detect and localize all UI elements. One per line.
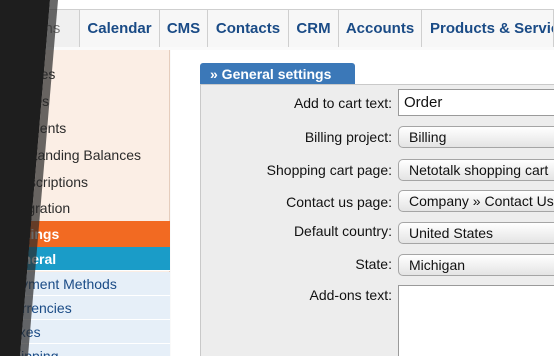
default-country-select[interactable]: United States (398, 222, 554, 244)
sidebar-subitem-shipping[interactable]: Shipping (0, 344, 170, 356)
tab-products-services[interactable]: Products & Services (422, 9, 554, 47)
sidebar-item-quotes[interactable]: Quotes (0, 88, 170, 114)
tab-calendar[interactable]: Calendar (80, 9, 160, 47)
sidebar-item-outstanding-balances[interactable]: Outstanding Balances (0, 142, 170, 168)
top-nav: Options Calendar CMS Contacts CRM Accoun… (0, 0, 554, 47)
sidebar-subitem-payment-methods[interactable]: Payment Methods (0, 272, 170, 296)
tab-crm[interactable]: CRM (289, 9, 339, 47)
tab-contacts[interactable]: Contacts (208, 9, 289, 47)
sidebar: Invoices Quotes Payments Outstanding Bal… (0, 50, 170, 356)
tab-accounts[interactable]: Accounts (339, 9, 422, 47)
billing-project-label: Billing project: (304, 129, 392, 145)
panel-title: » General settings (200, 63, 355, 85)
billing-project-select[interactable]: Billing (398, 126, 554, 148)
tab-cms[interactable]: CMS (160, 9, 208, 47)
shopping-cart-page-select[interactable]: Netotalk shopping cart (398, 159, 554, 181)
shopping-cart-page-label: Shopping cart page: (266, 162, 392, 178)
add-to-cart-input[interactable] (398, 89, 554, 116)
addons-text-label: Add-ons text: (309, 287, 393, 303)
addons-text-textarea[interactable] (398, 285, 554, 356)
contact-us-page-label: Contact us page: (286, 194, 392, 210)
sidebar-item-invoices[interactable]: Invoices (0, 61, 170, 87)
sidebar-subitem-currencies[interactable]: Currencies (0, 296, 170, 320)
sidebar-item-subscriptions[interactable]: Subscriptions (0, 169, 170, 195)
contact-us-page-select[interactable]: Company » Contact Us (398, 190, 554, 212)
sidebar-subitem-general[interactable]: General (0, 247, 170, 271)
sidebar-item-settings[interactable]: Settings (0, 221, 170, 247)
sidebar-item-payments[interactable]: Payments (0, 115, 170, 141)
default-country-label: Default country: (293, 223, 392, 239)
sidebar-item-integration[interactable]: Integration (0, 195, 170, 221)
state-label: State: (355, 256, 392, 272)
state-select[interactable]: Michigan (398, 254, 554, 276)
sidebar-subitem-taxes[interactable]: Taxes (0, 320, 170, 344)
tab-options[interactable]: Options (0, 9, 80, 47)
add-to-cart-label: Add to cart text: (293, 95, 392, 111)
